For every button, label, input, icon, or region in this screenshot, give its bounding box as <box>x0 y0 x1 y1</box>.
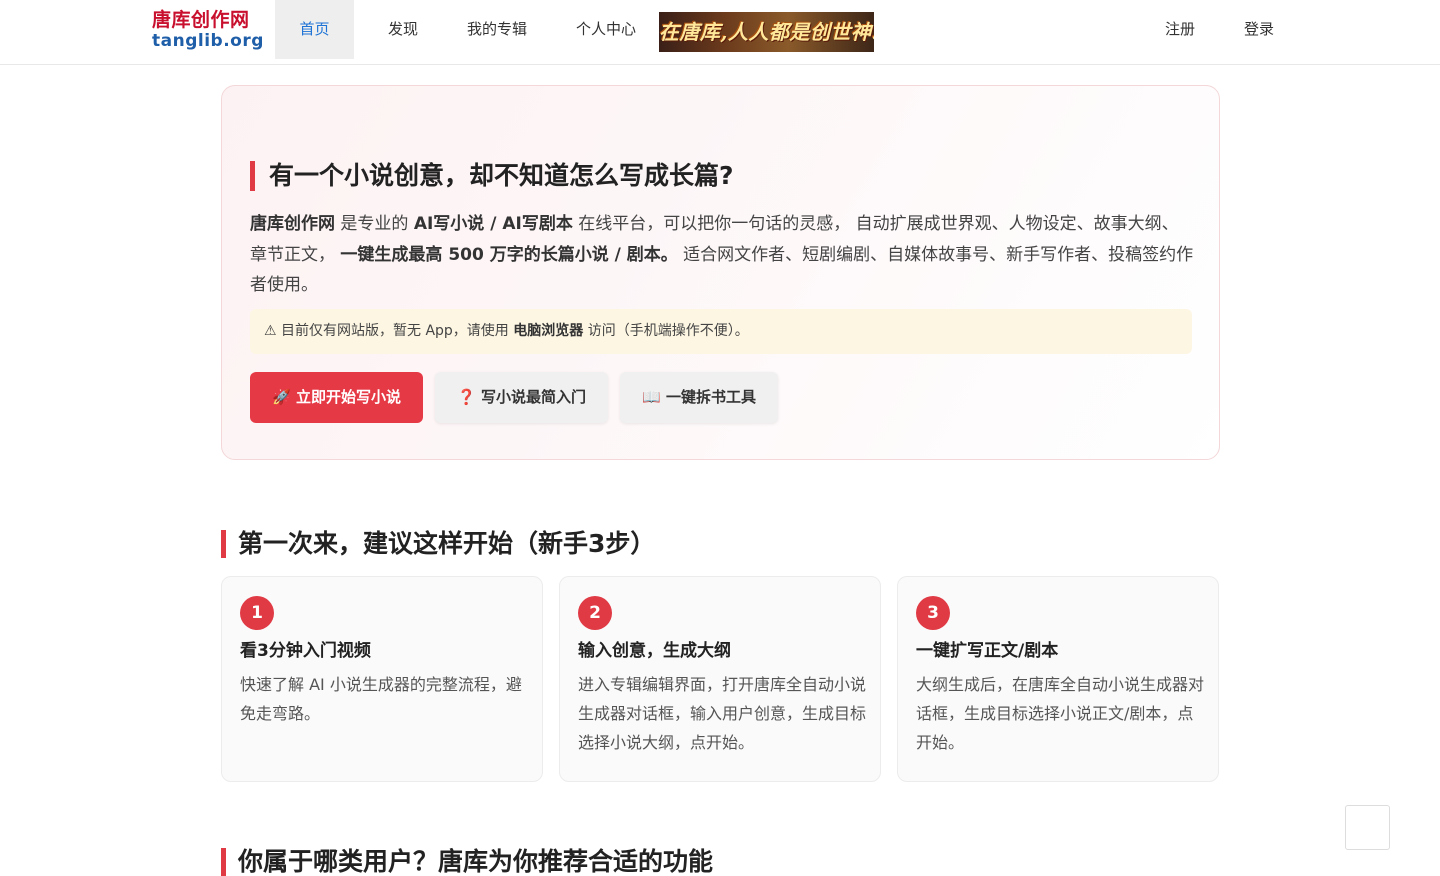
step-text: 大纲生成后，在唐库全自动小说生成器对话框，生成目标选择小说正文/剧本，点开始。 <box>916 675 1205 752</box>
login-link[interactable]: 登录 <box>1244 0 1274 59</box>
hero-description: 唐库创作网 是专业的 AI写小说 / AI写剧本 在线平台，可以把你一句话的灵感… <box>250 209 1195 301</box>
register-link[interactable]: 注册 <box>1165 0 1195 59</box>
step-text: 快速了解 AI 小说生成器的完整流程，避免走弯路。 <box>240 675 522 723</box>
steps-section-title: 第一次来，建议这样开始（新手3步） <box>221 530 655 558</box>
nav-my-albums[interactable]: 我的专辑 <box>452 0 542 59</box>
promo-banner[interactable]: 在唐库,人人都是创世神! <box>659 12 874 52</box>
notice-text: ⚠ 目前仅有网站版，暂无 App，请使用 <box>264 323 514 339</box>
hero-desc-text: 是专业的 <box>335 214 414 234</box>
hero-desc-brand: 唐库创作网 <box>250 214 335 234</box>
step-title: 输入创意，生成大纲 <box>578 641 731 661</box>
nav-home[interactable]: 首页 <box>275 0 354 59</box>
step-title: 看3分钟入门视频 <box>240 641 371 661</box>
back-to-top-button[interactable] <box>1345 805 1390 850</box>
browser-notice: ⚠ 目前仅有网站版，暂无 App，请使用 电脑浏览器 访问（手机端操作不便）。 <box>250 309 1192 354</box>
step-title: 一键扩写正文/剧本 <box>916 641 1059 661</box>
hero-title: 有一个小说创意，却不知道怎么写成长篇? <box>250 161 734 191</box>
notice-text: 访问（手机端操作不便）。 <box>583 323 749 339</box>
site-logo[interactable]: 唐库创作网 tanglib.org <box>152 9 264 55</box>
logo-text-cn: 唐库创作网 <box>152 9 250 31</box>
step-card-1[interactable]: 1 看3分钟入门视频 快速了解 AI 小说生成器的完整流程，避免走弯路。 <box>221 576 543 782</box>
hero-card: 有一个小说创意，却不知道怎么写成长篇? 唐库创作网 是专业的 AI写小说 / A… <box>221 85 1220 460</box>
start-writing-button[interactable]: 🚀 立即开始写小说 <box>250 372 423 423</box>
step-card-2[interactable]: 2 输入创意，生成大纲 进入专辑编辑界面，打开唐库全自动小说生成器对话框，输入用… <box>559 576 881 782</box>
step-card-3[interactable]: 3 一键扩写正文/剧本 大纲生成后，在唐库全自动小说生成器对话框，生成目标选择小… <box>897 576 1219 782</box>
hero-desc-feature: AI写小说 / AI写剧本 <box>413 214 573 234</box>
step-number-badge: 2 <box>578 596 612 630</box>
step-number-badge: 1 <box>240 596 274 630</box>
step-number-badge: 3 <box>916 596 950 630</box>
nav-discover[interactable]: 发现 <box>366 0 440 59</box>
book-analysis-tool-button[interactable]: 📖 一键拆书工具 <box>620 372 778 423</box>
beginner-guide-button[interactable]: ❓ 写小说最简入门 <box>435 372 608 423</box>
logo-text-en: tanglib.org <box>152 31 264 51</box>
notice-highlight: 电脑浏览器 <box>513 323 584 339</box>
top-navbar: 唐库创作网 tanglib.org 首页 发现 我的专辑 个人中心 在唐库,人人… <box>0 0 1440 65</box>
user-type-section-title: 你属于哪类用户？唐库为你推荐合适的功能 <box>221 848 713 876</box>
hero-desc-highlight: 一键生成最高 500 万字的长篇小说 / 剧本。 <box>340 244 678 265</box>
nav-personal-center[interactable]: 个人中心 <box>562 0 650 59</box>
step-text: 进入专辑编辑界面，打开唐库全自动小说生成器对话框，输入用户创意，生成目标选择小说… <box>578 675 867 752</box>
